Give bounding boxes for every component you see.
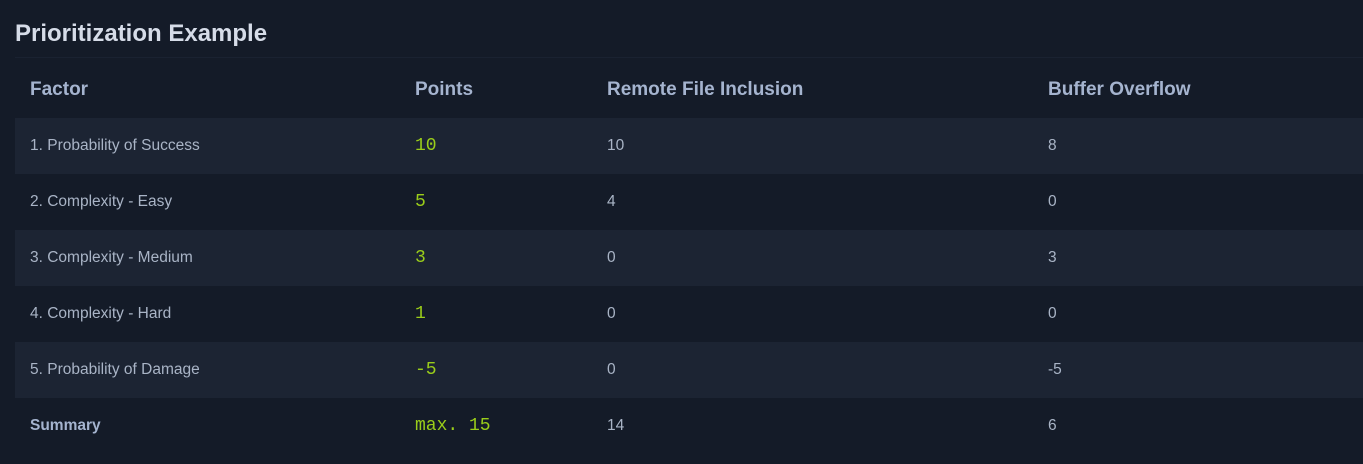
prioritization-table: Factor Points Remote File Inclusion Buff… xyxy=(15,62,1363,454)
rfi-cell: 0 xyxy=(592,286,1033,342)
factor-cell: 5. Probability of Damage xyxy=(15,342,400,398)
bo-cell: -5 xyxy=(1033,342,1363,398)
rfi-cell: 0 xyxy=(592,342,1033,398)
summary-row: Summary max. 15 14 6 xyxy=(15,398,1363,454)
bo-cell: 0 xyxy=(1033,286,1363,342)
points-cell: 3 xyxy=(400,230,592,286)
points-cell: 5 xyxy=(400,174,592,230)
bo-cell: 8 xyxy=(1033,118,1363,174)
bo-cell: 0 xyxy=(1033,174,1363,230)
rfi-cell: 0 xyxy=(592,230,1033,286)
factor-cell: 1. Probability of Success xyxy=(15,118,400,174)
factor-cell: 2. Complexity - Easy xyxy=(15,174,400,230)
table-row: 5. Probability of Damage -5 0 -5 xyxy=(15,342,1363,398)
header-buffer-overflow: Buffer Overflow xyxy=(1033,62,1363,118)
table-row: 4. Complexity - Hard 1 0 0 xyxy=(15,286,1363,342)
title-divider xyxy=(15,57,1363,58)
summary-bo-cell: 6 xyxy=(1033,398,1363,454)
summary-rfi-cell: 14 xyxy=(592,398,1033,454)
table-header-row: Factor Points Remote File Inclusion Buff… xyxy=(15,62,1363,118)
table-row: 2. Complexity - Easy 5 4 0 xyxy=(15,174,1363,230)
section-title: Prioritization Example xyxy=(15,20,268,47)
points-cell: -5 xyxy=(400,342,592,398)
points-cell: 10 xyxy=(400,118,592,174)
table-row: 1. Probability of Success 10 10 8 xyxy=(15,118,1363,174)
summary-label: Summary xyxy=(15,398,400,454)
page: Prioritization Example Factor Points Rem… xyxy=(0,0,1363,464)
factor-cell: 3. Complexity - Medium xyxy=(15,230,400,286)
header-points: Points xyxy=(400,62,592,118)
factor-cell: 4. Complexity - Hard xyxy=(15,286,400,342)
bo-cell: 3 xyxy=(1033,230,1363,286)
table-row: 3. Complexity - Medium 3 0 3 xyxy=(15,230,1363,286)
header-factor: Factor xyxy=(15,62,400,118)
rfi-cell: 4 xyxy=(592,174,1033,230)
points-cell: 1 xyxy=(400,286,592,342)
header-remote-file-inclusion: Remote File Inclusion xyxy=(592,62,1033,118)
rfi-cell: 10 xyxy=(592,118,1033,174)
summary-points-cell: max. 15 xyxy=(400,398,592,454)
